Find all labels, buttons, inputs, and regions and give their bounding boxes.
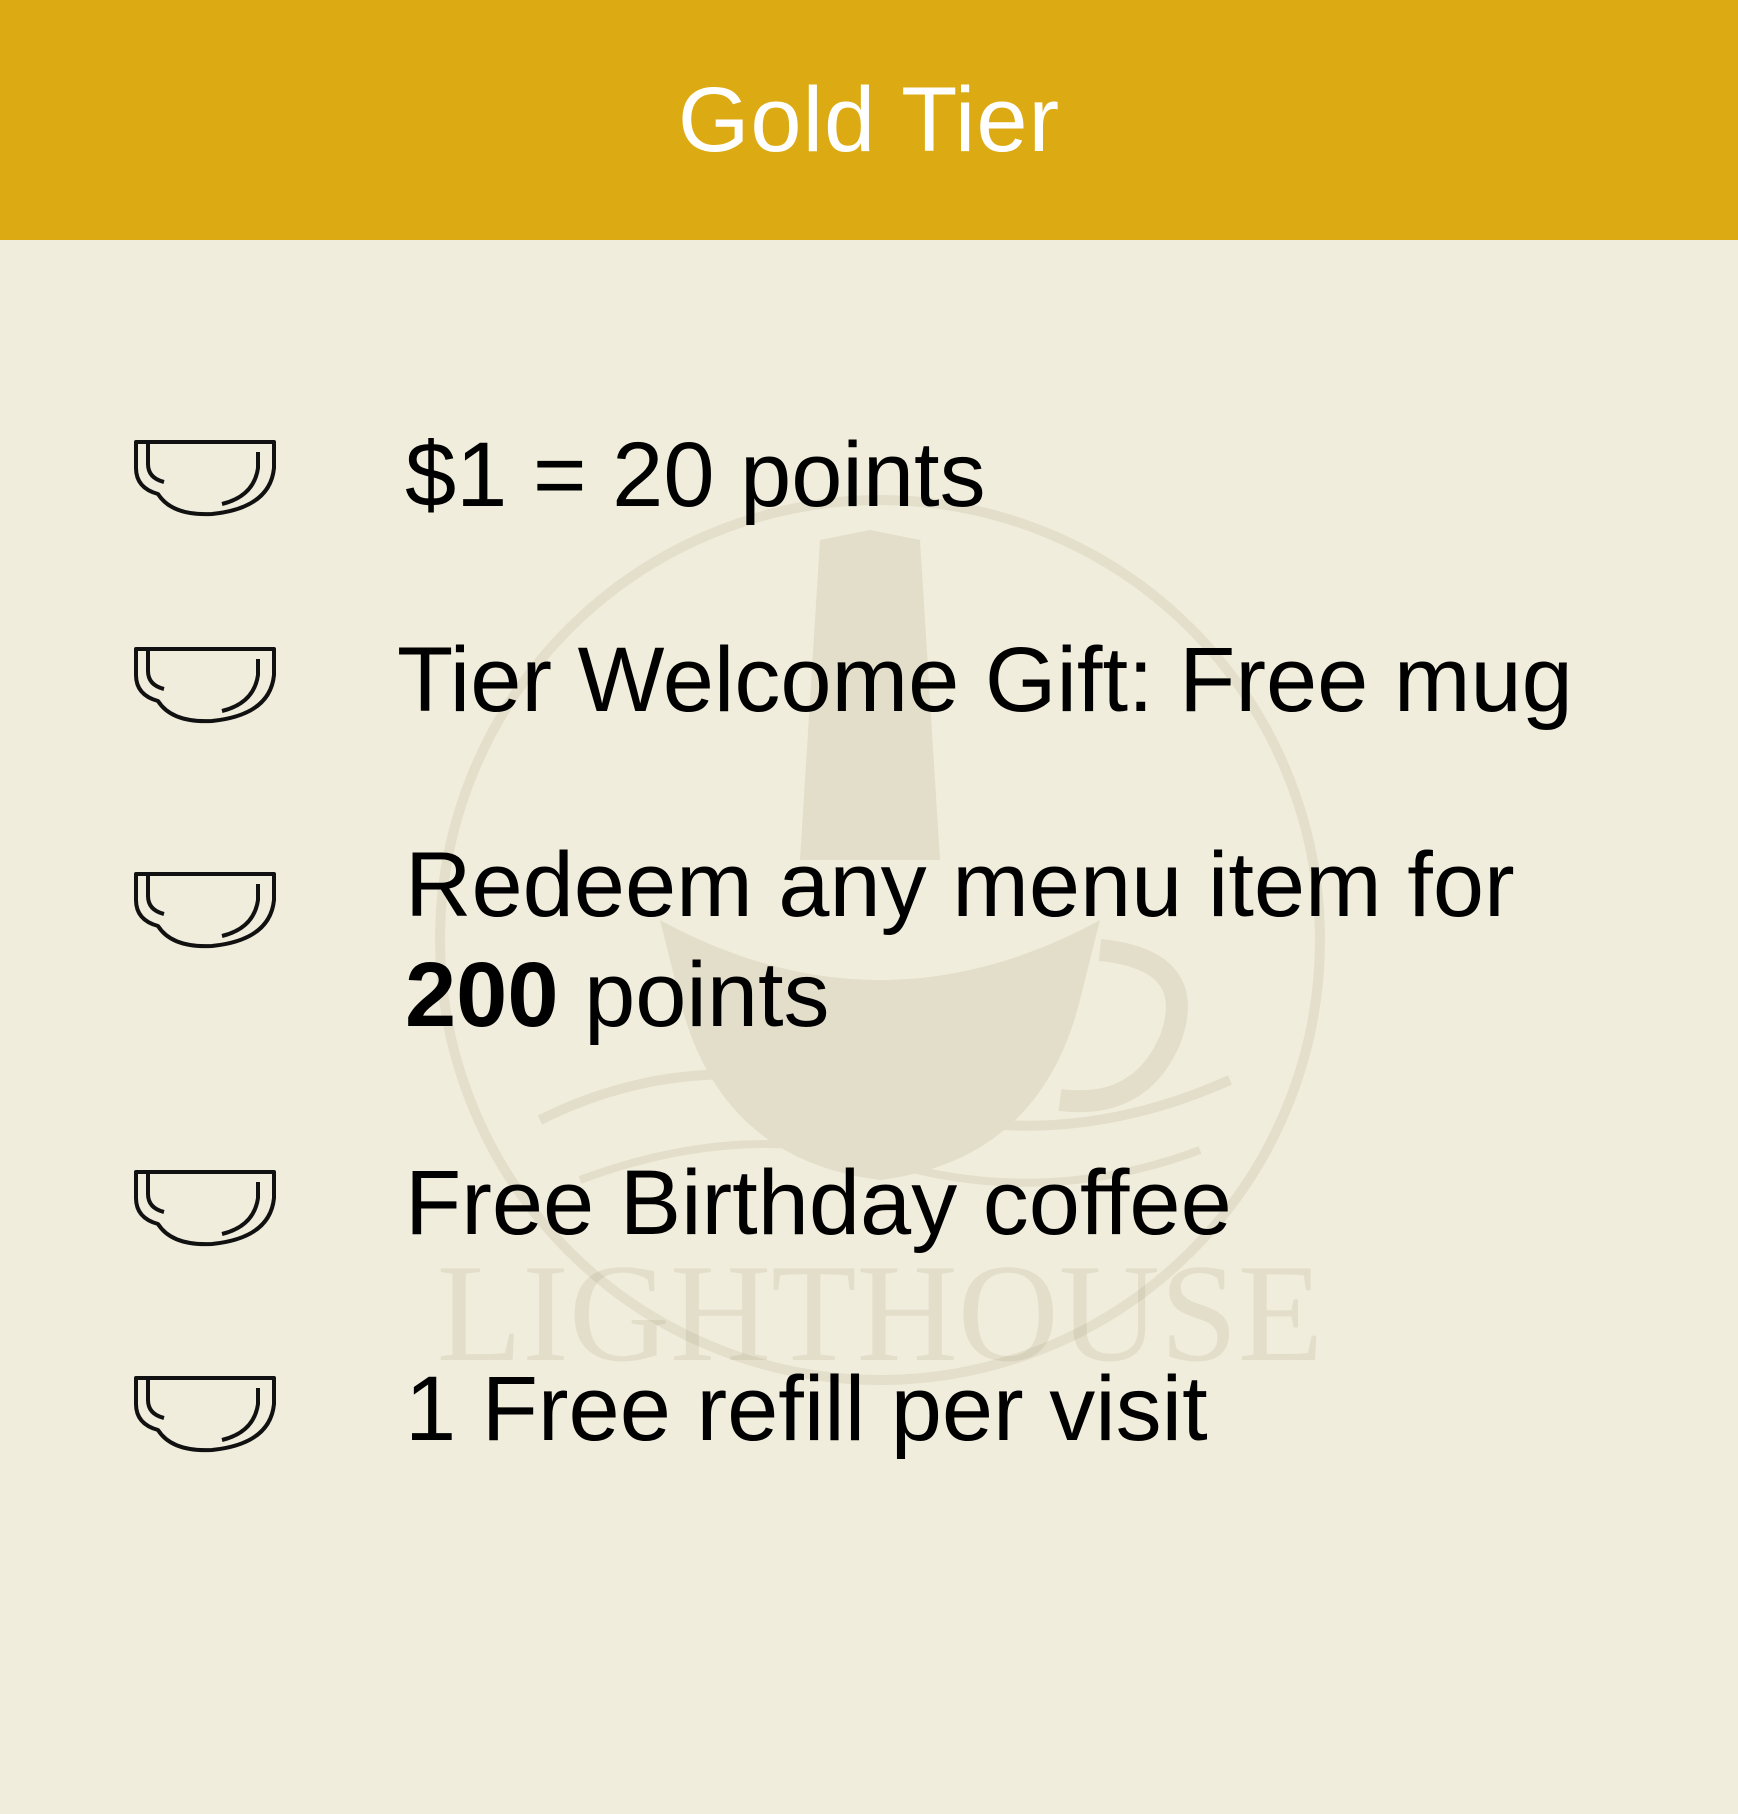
coffee-cup-icon <box>134 1376 276 1453</box>
benefit-text-line1: Redeem any menu item for <box>405 834 1515 936</box>
coffee-cup-icon <box>134 647 276 724</box>
benefit-text: Free Birthday coffee <box>405 1152 1232 1254</box>
coffee-cup-icon <box>134 440 276 517</box>
page-title: Gold Tier <box>677 69 1061 171</box>
benefit-text: 1 Free refill per visit <box>405 1358 1208 1460</box>
benefit-text: Tier Welcome Gift: Free mug <box>397 629 1573 731</box>
header-bar: Gold Tier <box>0 0 1738 240</box>
coffee-cup-icon <box>134 1170 276 1247</box>
benefit-text: Redeem any menu item for 200 points <box>405 830 1695 1050</box>
benefit-text-line2: points <box>584 944 830 1046</box>
benefit-points-value: 200 <box>405 944 559 1046</box>
benefit-text: $1 = 20 points <box>405 424 986 526</box>
coffee-cup-icon <box>134 872 276 949</box>
